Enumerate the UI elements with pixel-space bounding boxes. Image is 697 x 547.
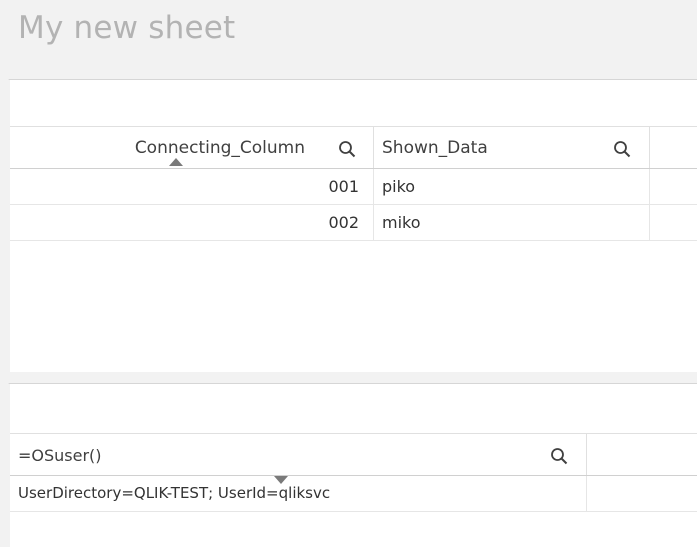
table-row[interactable]: 002 miko (10, 205, 697, 241)
table-1-header: Connecting_Column Shown_Data (10, 126, 697, 169)
table-cell[interactable]: UserDirectory=QLIK-TEST; UserId=qliksvc (10, 476, 587, 511)
sheet-header: My new sheet (0, 0, 697, 74)
table-cell[interactable]: piko (374, 169, 650, 204)
column-header-label: Shown_Data (382, 138, 488, 158)
search-icon[interactable] (613, 140, 631, 158)
cell-value: miko (382, 213, 421, 232)
column-header-label: =OSuser() (18, 446, 102, 465)
column-header-shown-data[interactable]: Shown_Data (374, 127, 650, 168)
sheet-title: My new sheet (18, 10, 236, 46)
cell-value: 002 (328, 213, 359, 232)
column-header-connecting-column[interactable]: Connecting_Column (10, 127, 374, 168)
table-cell[interactable]: 001 (10, 169, 374, 204)
cell-value: 001 (328, 177, 359, 196)
column-header-empty (650, 127, 697, 168)
column-header-label: Connecting_Column (134, 138, 305, 158)
search-icon[interactable] (550, 447, 568, 465)
cell-value: piko (382, 177, 416, 196)
table-object-1[interactable]: Connecting_Column Shown_Data 001 piko 00… (1, 79, 697, 372)
sort-ascending-icon (169, 158, 183, 166)
panel-left-edge (1, 384, 10, 547)
table-row[interactable]: 001 piko (10, 169, 697, 205)
cell-value: UserDirectory=QLIK-TEST; UserId=qliksvc (18, 484, 331, 502)
table-object-2[interactable]: =OSuser() UserDirectory=QLIK-TEST; UserI… (1, 383, 697, 547)
table-cell[interactable]: 002 (10, 205, 374, 240)
table-row[interactable]: UserDirectory=QLIK-TEST; UserId=qliksvc (10, 476, 697, 512)
panel-left-edge (1, 80, 10, 372)
search-icon[interactable] (338, 140, 356, 158)
table-cell[interactable]: miko (374, 205, 650, 240)
sheet-canvas: My new sheet Connecting_Column Shown_Dat… (0, 0, 697, 547)
table-2-header: =OSuser() (10, 433, 697, 484)
column-header-osuser[interactable]: =OSuser() (10, 434, 587, 484)
